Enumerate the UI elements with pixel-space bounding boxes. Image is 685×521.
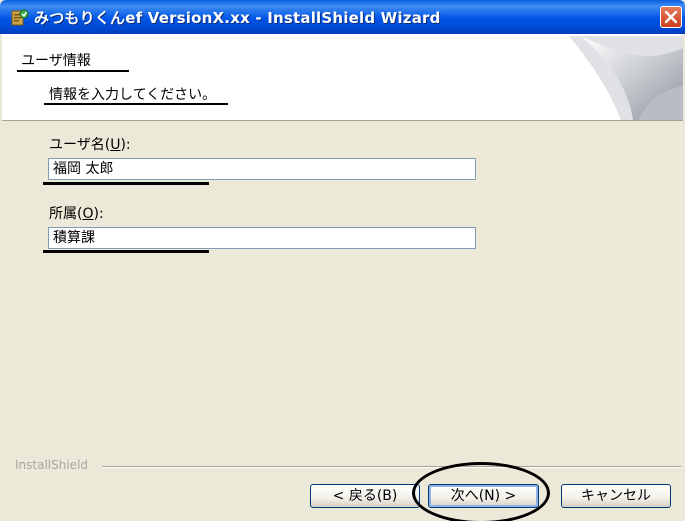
wizard-header-panel: ユーザ情報 情報を入力してください。 bbox=[2, 34, 683, 121]
cancel-button[interactable]: キャンセル bbox=[561, 484, 671, 508]
subtitle-underline-annotation bbox=[44, 103, 228, 105]
next-button-highlight-annotation bbox=[412, 462, 550, 521]
page-subtitle: 情報を入力してください。 bbox=[49, 87, 217, 103]
page-curl-graphic bbox=[569, 36, 683, 120]
back-button[interactable]: < 戻る(B) bbox=[310, 484, 420, 508]
footer-separator bbox=[102, 466, 681, 468]
title-bar[interactable]: みつもりくんef VersionX.xx - InstallShield Wiz… bbox=[0, 0, 685, 34]
window-title: みつもりくんef VersionX.xx - InstallShield Wiz… bbox=[34, 9, 441, 27]
close-button[interactable] bbox=[660, 6, 682, 28]
user-name-underline-annotation bbox=[43, 182, 209, 185]
close-icon bbox=[664, 10, 678, 24]
user-name-label: ユーザ名(U): bbox=[49, 137, 131, 153]
installshield-brand-label: InstallShield bbox=[15, 458, 89, 472]
page-title: ユーザ情報 bbox=[21, 53, 91, 69]
organization-underline-annotation bbox=[43, 250, 209, 253]
user-name-input[interactable]: 福岡 太郎 bbox=[48, 158, 476, 180]
installshield-wizard-window: みつもりくんef VersionX.xx - InstallShield Wiz… bbox=[0, 0, 685, 521]
installer-icon bbox=[11, 9, 29, 26]
organization-label: 所属(O): bbox=[49, 206, 104, 222]
organization-input[interactable]: 積算課 bbox=[48, 227, 476, 249]
title-underline-annotation bbox=[17, 70, 129, 72]
